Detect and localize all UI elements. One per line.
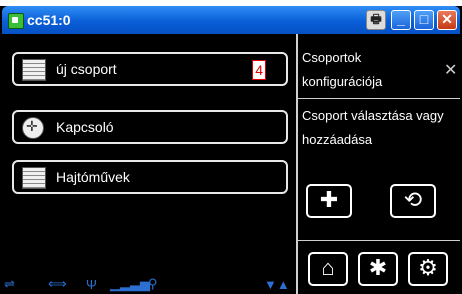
group-label: Kapcsoló (56, 119, 114, 135)
print-button[interactable]: 🖶 (366, 10, 386, 30)
add-group-button[interactable]: ✚ (306, 184, 352, 218)
devices-icon: ⚲ (148, 276, 158, 291)
fan-button[interactable]: ✱ (358, 252, 398, 286)
window-titlebar[interactable]: cc51:0 🖶 _ □ ✕ (2, 6, 460, 34)
main-content: új csoport 4 Kapcsoló Hajtóművek ⇌ ⟺ Ψ ▁… (2, 34, 460, 294)
panel-description: Csoport választása vagy hozzáadása (302, 108, 444, 147)
group-label: új csoport (56, 61, 117, 77)
group-count-badge: 4 (252, 60, 266, 80)
maximize-button[interactable]: □ (414, 10, 434, 30)
signal-icon: ▁▂▃▅ (110, 276, 150, 291)
close-icon[interactable]: ✕ (444, 60, 457, 80)
home-button[interactable]: ⌂ (308, 252, 348, 286)
group-item-hajtomuvek[interactable]: Hajtóművek (12, 160, 288, 194)
close-button[interactable]: ✕ (437, 10, 457, 30)
panel-title: Csoportok konfigurációja (302, 50, 383, 89)
group-list: új csoport 4 Kapcsoló Hajtóművek ⇌ ⟺ Ψ ▁… (2, 34, 296, 294)
group-item-kapcsolo[interactable]: Kapcsoló (12, 110, 288, 144)
config-panel: Csoportok konfigurációja ✕ Csoport válas… (298, 34, 460, 294)
back-button[interactable]: ⟲ (390, 184, 436, 218)
group-item-uj-csoport[interactable]: új csoport 4 (12, 52, 288, 86)
minimize-button[interactable]: _ (391, 10, 411, 30)
blinds-icon (22, 59, 46, 81)
app-icon (8, 13, 24, 29)
settings-button[interactable]: ⚙ (408, 252, 448, 286)
blinds-icon (22, 167, 46, 189)
window-title: cc51:0 (27, 12, 71, 28)
switch-icon (22, 117, 44, 139)
divider (298, 240, 460, 241)
antenna-icon: Ψ (86, 277, 97, 292)
scroll-arrows-icon[interactable]: ▼▲ (264, 277, 290, 292)
group-label: Hajtóművek (56, 169, 130, 185)
status-bar: ⇌ ⟺ Ψ ▁▂▃▅ ⚲ ▼▲ (2, 272, 296, 294)
divider (298, 98, 460, 99)
link-icon: ⟺ (48, 276, 67, 291)
network-icon: ⇌ (4, 276, 15, 291)
